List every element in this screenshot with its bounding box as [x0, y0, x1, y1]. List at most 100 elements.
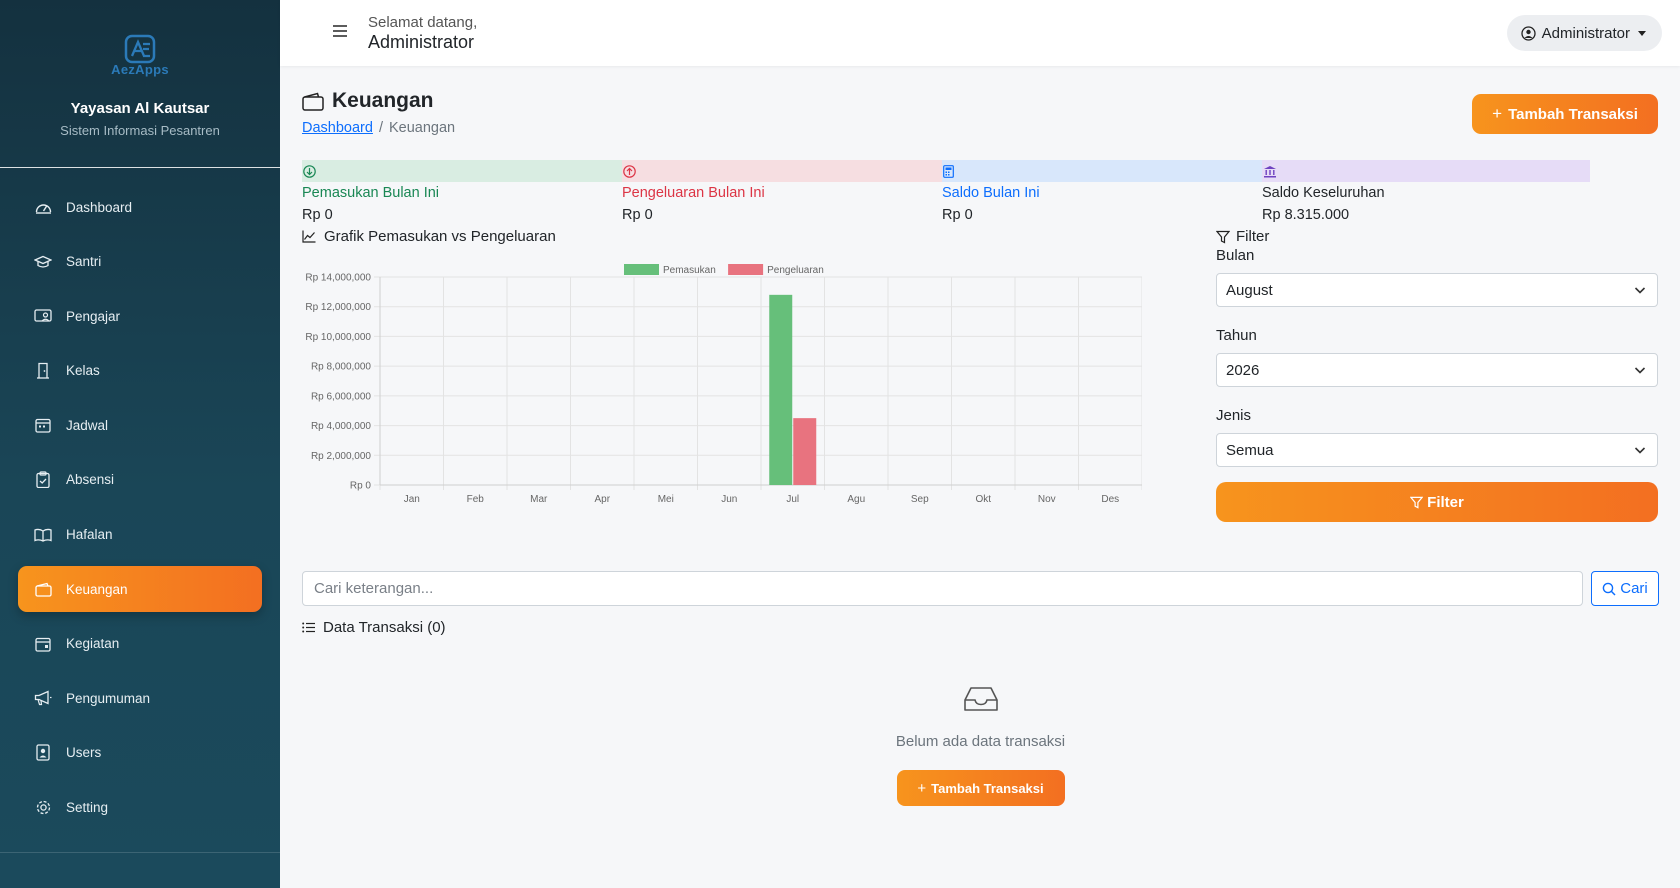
chart-x-tick-label: Apr — [594, 494, 610, 505]
sidebar-item-keuangan[interactable]: Keuangan — [18, 566, 262, 613]
chart-legend-swatch — [624, 264, 659, 275]
sidebar-item-dashboard[interactable]: Dashboard — [18, 184, 262, 230]
stat-saldo-bulan: Saldo Bulan Ini Rp 0 — [942, 160, 1270, 223]
filter-button-label: Filter — [1427, 493, 1464, 511]
sidebar-item-hafalan[interactable]: Hafalan — [18, 512, 262, 558]
chart-x-tick-label: Mar — [530, 494, 548, 505]
chart-y-tick-label: Rp 14,000,000 — [305, 273, 371, 284]
sidebar-item-jadwal[interactable]: Jadwal — [18, 402, 262, 448]
bank-icon — [1263, 165, 1277, 178]
chart-plot: Rp 0 Rp 2,000,000 Rp 4,000,000 Rp 6,000,000… — [305, 264, 1142, 505]
book-icon — [34, 526, 52, 544]
chart-x-tick-label: Jul — [786, 494, 799, 505]
stat-pengeluaran-bar — [622, 160, 950, 182]
stat-saldo-total-value: Rp 8.315.000 — [1262, 207, 1350, 223]
arrow-up-circle-icon — [623, 164, 636, 178]
add-transaction-button[interactable]: + Tambah Transaksi — [1472, 94, 1658, 134]
filter-button[interactable]: Filter — [1216, 482, 1658, 522]
month-select[interactable]: August — [1216, 273, 1658, 307]
month-label: Bulan — [1216, 247, 1255, 264]
chart-card: Grafik Pemasukan vs Pengeluaran Rp 0 Rp 2… — [302, 228, 1142, 508]
search-input[interactable]: Cari keterangan... — [302, 571, 1583, 606]
chart-x-tick-label: Mei — [658, 494, 674, 505]
person-badge-icon — [34, 744, 52, 762]
megaphone-icon — [34, 689, 52, 707]
user-menu-button[interactable]: Administrator — [1506, 15, 1662, 51]
chart-x-tick-label: Jan — [404, 494, 420, 505]
chart-legend-label: Pemasukan — [663, 265, 716, 276]
calculator-icon — [943, 164, 954, 178]
user-circle-icon — [1520, 25, 1536, 41]
type-select[interactable]: Semua — [1216, 433, 1658, 467]
page-title: Keuangan — [302, 89, 434, 113]
sidebar-item-absensi[interactable]: Absensi — [18, 457, 262, 503]
sidebar-item-kegiatan[interactable]: Kegiatan — [18, 621, 262, 667]
welcome-text: Selamat datang, — [368, 14, 478, 31]
stat-pengeluaran-value: Rp 0 — [622, 207, 653, 223]
chart-y-tick-label: Rp 8,000,000 — [311, 362, 371, 373]
inbox-icon — [963, 686, 999, 717]
chart-x-tick-label: Okt — [975, 494, 991, 505]
filter-title-text: Filter — [1236, 228, 1270, 245]
filter-title: Filter — [1216, 228, 1658, 245]
stat-saldo-bulan-value: Rp 0 — [942, 207, 973, 223]
chart-y-tick-label: Rp 10,000,000 — [305, 332, 371, 343]
funnel-icon — [1216, 230, 1230, 244]
sidebar-item-setting[interactable]: Setting — [18, 785, 262, 831]
empty-state-text: Belum ada data transaksi — [895, 733, 1066, 750]
calendar-event-icon — [34, 635, 52, 653]
list-icon — [302, 622, 315, 633]
chart-y-tick-label: Rp 0 — [350, 481, 372, 492]
stat-pemasukan-bar — [302, 160, 630, 182]
mortarboard-icon — [34, 253, 52, 271]
chart-x-tick-label: Nov — [1038, 494, 1056, 505]
stat-pemasukan: Pemasukan Bulan Ini Rp 0 — [302, 160, 630, 223]
organization-name: Yayasan Al Kautsar — [70, 100, 210, 117]
menu-toggle-icon[interactable] — [332, 24, 348, 40]
app-logo: AezApps — [107, 34, 173, 82]
sidebar-brand: AezApps Yayasan Al Kautsar Sistem Inform… — [0, 0, 280, 168]
stat-pemasukan-value: Rp 0 — [302, 207, 333, 223]
sidebar-item-kelas[interactable]: Kelas — [18, 348, 262, 394]
breadcrumb-current: Keuangan — [388, 120, 456, 136]
sidebar: AezApps Yayasan Al Kautsar Sistem Inform… — [0, 0, 280, 888]
breadcrumb-home-link[interactable]: Dashboard — [302, 120, 373, 136]
sidebar-item-label: Santri — [66, 254, 102, 270]
sidebar-item-label: Jadwal — [66, 417, 109, 433]
sidebar-item-label: Users — [66, 745, 102, 761]
organization-subtitle: Sistem Informasi Pesantren — [60, 123, 220, 138]
sidebar-item-label: Pengumuman — [66, 690, 151, 706]
welcome-user-name: Administrator — [368, 32, 475, 52]
year-select-value: 2026 — [1226, 361, 1260, 379]
stat-saldo-total-label: Saldo Keseluruhan — [1262, 185, 1385, 201]
stat-saldo-bulan-bar — [942, 160, 1270, 182]
caret-down-icon — [1638, 30, 1646, 36]
funnel-icon — [1410, 496, 1424, 509]
chart-legend-swatch — [728, 264, 764, 275]
empty-add-transaction-button[interactable]: + Tambah Transaksi — [896, 770, 1065, 806]
main-content: Keuangan Dashboard / Keuangan + Tambah Tra… — [280, 66, 1680, 888]
year-select[interactable]: 2026 — [1216, 353, 1658, 387]
stat-pengeluaran-label: Pengeluaran Bulan Ini — [622, 185, 765, 201]
sidebar-item-pengumuman[interactable]: Pengumuman — [18, 675, 262, 721]
breadcrumb: Dashboard / Keuangan — [302, 120, 455, 136]
search-button-label: Cari — [1620, 580, 1648, 597]
sidebar-item-pengajar[interactable]: Pengajar — [18, 293, 262, 339]
sidebar-item-santri[interactable]: Santri — [18, 239, 262, 285]
sidebar-item-label: Absensi — [66, 472, 115, 488]
sidebar-item-users[interactable]: Users — [18, 730, 262, 776]
wallet-icon — [34, 580, 52, 598]
chart-x-tick-label: Feb — [467, 494, 485, 505]
gear-icon — [34, 799, 52, 817]
user-menu-label: Administrator — [1541, 24, 1630, 42]
filter-panel: Filter Bulan August Tahun 2026 Jenis Sem… — [1216, 228, 1658, 522]
logo-text: AezApps — [111, 62, 169, 77]
search-button[interactable]: Cari — [1591, 571, 1659, 606]
chart-y-tick-label: Rp 4,000,000 — [311, 421, 371, 432]
chart-x-tick-label: Jun — [721, 494, 737, 505]
type-select-value: Semua — [1226, 441, 1274, 459]
transactions-title-text: Data Transaksi (0) — [323, 619, 446, 636]
chevron-down-icon — [1633, 443, 1647, 457]
speedometer-icon — [34, 198, 52, 216]
sidebar-item-label: Hafalan — [66, 527, 113, 543]
